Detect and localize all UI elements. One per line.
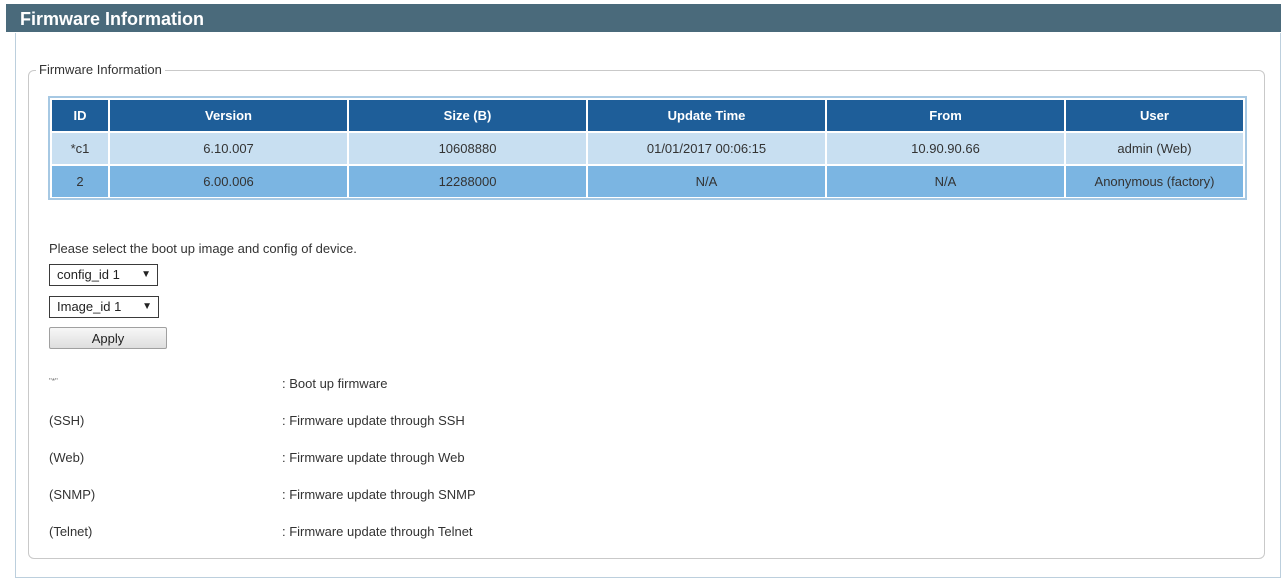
fieldset-legend: Firmware Information [36, 62, 165, 78]
note-symbol: (SSH) [49, 413, 85, 428]
boot-select-prompt: Please select the boot up image and conf… [49, 241, 357, 256]
chevron-down-icon: ▼ [141, 269, 151, 280]
chevron-down-icon: ▼ [142, 301, 152, 312]
column-header-update-time: Update Time [588, 100, 825, 133]
cell-version: 6.00.006 [110, 166, 347, 197]
note-row: "*" : Boot up firmware [49, 376, 388, 391]
note-symbol: (SNMP) [49, 487, 96, 502]
note-description: : Boot up firmware [282, 376, 388, 391]
firmware-table: ID Version Size (B) Update Time From Use… [48, 96, 1247, 200]
note-row: (SNMP) : Firmware update through SNMP [49, 487, 476, 502]
cell-user: Anonymous (factory) [1066, 166, 1243, 197]
cell-id: *c1 [52, 133, 108, 166]
note-description: : Firmware update through Web [282, 450, 465, 465]
column-header-user: User [1066, 100, 1243, 133]
note-description: : Firmware update through Telnet [282, 524, 473, 539]
config-select-value: config_id 1 [57, 267, 120, 282]
image-select[interactable]: Image_id 1 ▼ [49, 296, 159, 318]
cell-update-time: 01/01/2017 00:06:15 [588, 133, 825, 166]
note-row: (Web) : Firmware update through Web [49, 450, 465, 465]
page-title: Firmware Information [6, 4, 1281, 32]
table-row: *c1 6.10.007 10608880 01/01/2017 00:06:1… [52, 133, 1243, 166]
note-symbol: "*" [49, 377, 58, 386]
column-header-from: From [827, 100, 1064, 133]
apply-button[interactable]: Apply [49, 327, 167, 349]
table-header-row: ID Version Size (B) Update Time From Use… [52, 100, 1243, 133]
note-symbol: (Web) [49, 450, 85, 465]
table-row: 2 6.00.006 12288000 N/A N/A Anonymous (f… [52, 166, 1243, 197]
image-select-value: Image_id 1 [57, 299, 122, 314]
cell-size: 10608880 [349, 133, 586, 166]
cell-user: admin (Web) [1066, 133, 1243, 166]
cell-update-time: N/A [588, 166, 825, 197]
note-description: : Firmware update through SSH [282, 413, 465, 428]
cell-from: 10.90.90.66 [827, 133, 1064, 166]
note-symbol: (Telnet) [49, 524, 93, 539]
note-description: : Firmware update through SNMP [282, 487, 476, 502]
column-header-id: ID [52, 100, 108, 133]
cell-id: 2 [52, 166, 108, 197]
column-header-size: Size (B) [349, 100, 586, 133]
note-row: (Telnet) : Firmware update through Telne… [49, 524, 473, 539]
cell-version: 6.10.007 [110, 133, 347, 166]
column-header-version: Version [110, 100, 347, 133]
cell-size: 12288000 [349, 166, 586, 197]
note-row: (SSH) : Firmware update through SSH [49, 413, 465, 428]
cell-from: N/A [827, 166, 1064, 197]
config-select[interactable]: config_id 1 ▼ [49, 264, 158, 286]
